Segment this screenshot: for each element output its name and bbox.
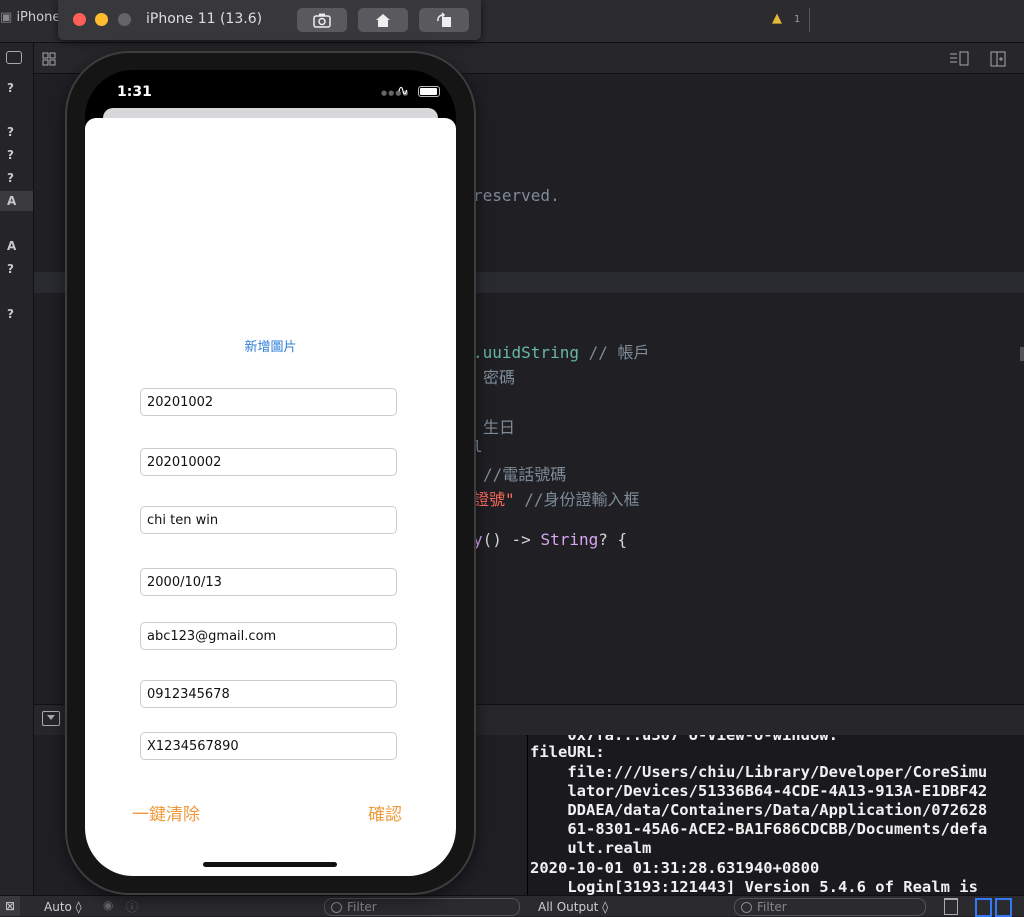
close-button[interactable] <box>73 13 86 26</box>
console-line: lator/Devices/51336B64-4CDE-4A13-913A-E1… <box>530 782 988 800</box>
variables-filter-input[interactable]: Filter <box>324 898 520 916</box>
screenshot-button[interactable] <box>297 8 347 32</box>
rail-mark[interactable]: ? <box>7 262 14 276</box>
clear-all-button[interactable]: 一鍵清除 <box>132 800 200 825</box>
toolbar-divider <box>809 8 830 32</box>
trash-icon[interactable] <box>944 898 958 915</box>
rail-mark[interactable]: A <box>7 239 16 253</box>
simulator-title: iPhone 11 (13.6) <box>146 11 263 27</box>
rail-mark[interactable]: A <box>7 194 16 208</box>
rail-mark[interactable]: ? <box>7 148 14 162</box>
comment-icon[interactable] <box>6 51 22 64</box>
scheme-selector[interactable]: ▣ iPhone <box>0 10 60 25</box>
birthday-field[interactable]: 2000/10/13 <box>140 568 397 596</box>
debug-filter-bar: ⊠ Auto ◊ ◉ ⓘ Filter All Output ◊ Filter <box>0 895 1024 917</box>
filter-icon <box>741 902 752 913</box>
phone-screen: 1:31 ●●●● ∿ 新增圖片 20201002 202010002 chi … <box>85 70 456 876</box>
name-field[interactable]: chi ten win <box>140 506 397 534</box>
filter-icon <box>331 902 342 913</box>
adjust-editor-icon[interactable] <box>948 50 970 68</box>
code-fragment: l <box>473 437 483 456</box>
rail-mark[interactable]: ? <box>7 171 14 185</box>
show-console-icon[interactable] <box>995 898 1012 917</box>
zoom-button[interactable] <box>118 13 131 26</box>
iphone-device-frame: 1:31 ●●●● ∿ 新增圖片 20201002 202010002 chi … <box>67 53 474 893</box>
phone-field[interactable]: 0912345678 <box>140 680 397 708</box>
console-output[interactable]: 0x7fa...u307 U-View-U-window: fileURL: f… <box>527 735 1024 895</box>
warning-count: 1 <box>794 14 801 25</box>
modal-sheet: 新增圖片 20201002 202010002 chi ten win 2000… <box>85 118 456 876</box>
id-number-field[interactable]: X1234567890 <box>140 732 397 760</box>
output-select[interactable]: All Output ◊ <box>538 900 608 914</box>
battery-icon <box>418 86 440 97</box>
editor-options <box>948 50 1009 72</box>
notch <box>177 70 363 100</box>
code-copyright-tail: reserved. <box>473 186 560 205</box>
code-func-line: y() -> String? { <box>473 530 628 549</box>
grid-icon[interactable] <box>42 52 56 66</box>
console-line: 2020-10-01 01:31:28.631940+0800 <box>530 859 820 877</box>
scroll-marker[interactable] <box>1020 347 1024 361</box>
home-button[interactable] <box>358 8 408 32</box>
add-image-button[interactable]: 新增圖片 <box>85 336 456 355</box>
rail-mark[interactable]: ? <box>7 125 14 139</box>
code-phone-comment: //電話號碼 <box>483 465 567 484</box>
rotate-button[interactable] <box>419 8 469 32</box>
rail-mark[interactable]: ? <box>7 81 14 95</box>
confirm-button[interactable]: 確認 <box>368 800 402 825</box>
hide-debug-area-icon[interactable] <box>42 711 60 726</box>
rotate-icon <box>437 12 451 27</box>
password-field[interactable]: 202010002 <box>140 448 397 476</box>
camera-icon <box>313 13 331 28</box>
code-uuid-line: .uuidString // 帳戶 <box>473 343 650 362</box>
status-time: 1:31 <box>117 84 152 100</box>
code-password-comment: 密碼 <box>483 368 516 387</box>
info-icon[interactable]: ⓘ <box>126 898 138 915</box>
issue-rail: ? ? ? ? A A ? ? <box>0 43 34 915</box>
minimize-button[interactable] <box>95 13 108 26</box>
simulator-titlebar: iPhone 11 (13.6) <box>58 0 481 40</box>
rail-selected-row <box>0 191 33 211</box>
wifi-icon: ∿ <box>397 83 409 99</box>
code-id-line: 證號" //身份證輸入框 <box>473 490 640 509</box>
rail-mark[interactable]: ? <box>7 307 14 321</box>
console-filter-input[interactable]: Filter <box>734 898 926 916</box>
console-line: file:///Users/chiu/Library/Developer/Cor… <box>530 763 988 781</box>
console-line: Login[3193:121443] Version 5.4.6 of Real… <box>530 878 978 895</box>
variables-scope-select[interactable]: Auto ◊ <box>44 900 82 914</box>
show-variables-icon[interactable] <box>975 898 992 917</box>
console-line: ult.realm <box>530 839 652 857</box>
add-editor-icon[interactable] <box>983 50 1009 68</box>
eye-icon[interactable]: ◉ <box>103 898 113 912</box>
account-field[interactable]: 20201002 <box>140 388 397 416</box>
home-indicator[interactable] <box>203 862 337 867</box>
home-icon <box>376 14 390 27</box>
debug-toggle-icon[interactable]: ⊠ <box>0 896 20 916</box>
console-line: DDAEA/data/Containers/Data/Application/0… <box>530 801 988 819</box>
warning-icon[interactable]: ▲ <box>772 11 782 26</box>
console-line: 61-8301-45A6-ACE2-BA1F686CDCBB/Documents… <box>530 820 988 838</box>
email-field[interactable]: abc123@gmail.com <box>140 622 397 650</box>
code-birthday-comment: 生日 <box>483 418 516 437</box>
console-line: fileURL: <box>530 743 605 761</box>
